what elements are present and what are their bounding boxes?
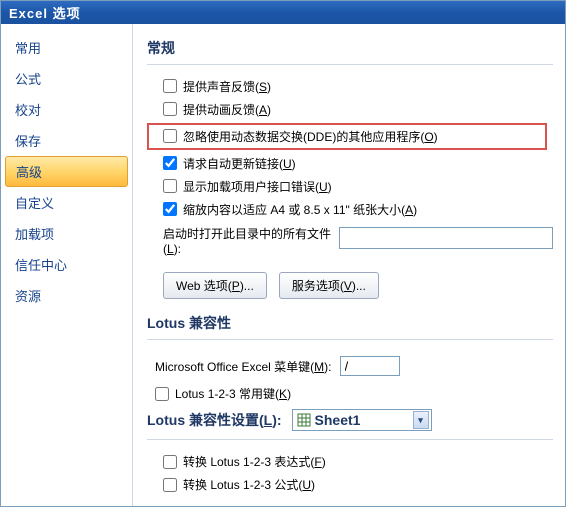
startup-dir-row: 启动时打开此目录中的所有文件 (L): <box>147 221 553 264</box>
option-scale-a4[interactable]: 缩放内容以适应 A4 或 8.5 x 11" 纸张大小(A) <box>147 198 553 221</box>
checkbox-anim-feedback[interactable] <box>163 102 177 116</box>
label-auto-links: 请求自动更新链接(U) <box>183 155 296 172</box>
label-addin-errors: 显示加载项用户接口错误(U) <box>183 178 332 195</box>
option-convert-formula[interactable]: 转换 Lotus 1-2-3 公式(U) <box>147 473 553 496</box>
label-sound-feedback: 提供声音反馈(S) <box>183 78 271 95</box>
checkbox-addin-errors[interactable] <box>163 179 177 193</box>
menu-key-row: Microsoft Office Excel 菜单键(M): <box>147 350 553 382</box>
label-convert-expr: 转换 Lotus 1-2-3 表达式(F) <box>183 453 326 470</box>
option-sound-feedback[interactable]: 提供声音反馈(S) <box>147 75 553 98</box>
section-title-lotus-compat: Lotus 兼容性 <box>147 309 553 340</box>
label-lotus-keys: Lotus 1-2-3 常用键(K) <box>175 385 291 402</box>
sheet-name: Sheet1 <box>315 412 361 428</box>
web-options-button[interactable]: Web 选项(P)... <box>163 272 267 299</box>
titlebar: Excel 选项 <box>1 1 565 24</box>
service-options-button[interactable]: 服务选项(V)... <box>279 272 379 299</box>
options-window: Excel 选项 常用 公式 校对 保存 高级 自定义 加载项 信任中心 资源 … <box>0 0 566 507</box>
sidebar-item-addins[interactable]: 加载项 <box>1 218 132 249</box>
sidebar-item-formula[interactable]: 公式 <box>1 63 132 94</box>
sidebar-item-common[interactable]: 常用 <box>1 32 132 63</box>
label-scale-a4: 缩放内容以适应 A4 或 8.5 x 11" 纸张大小(A) <box>183 201 417 218</box>
chevron-down-icon[interactable]: ▾ <box>413 411 429 429</box>
sheet-icon <box>297 413 311 427</box>
label-anim-feedback: 提供动画反馈(A) <box>183 101 271 118</box>
sidebar-item-save[interactable]: 保存 <box>1 125 132 156</box>
label-ignore-dde: 忽略使用动态数据交换(DDE)的其他应用程序(O) <box>183 128 438 145</box>
section-title-lotus-settings: Lotus 兼容性设置(L): Sheet1 ▾ <box>147 405 553 440</box>
option-convert-expr[interactable]: 转换 Lotus 1-2-3 表达式(F) <box>147 450 553 473</box>
option-addin-errors[interactable]: 显示加载项用户接口错误(U) <box>147 175 553 198</box>
sidebar-item-proofing[interactable]: 校对 <box>1 94 132 125</box>
option-auto-links[interactable]: 请求自动更新链接(U) <box>147 152 553 175</box>
checkbox-scale-a4[interactable] <box>163 202 177 216</box>
section-title-general: 常规 <box>147 34 553 65</box>
sidebar: 常用 公式 校对 保存 高级 自定义 加载项 信任中心 资源 <box>1 24 133 506</box>
option-lotus-keys[interactable]: Lotus 1-2-3 常用键(K) <box>147 382 553 405</box>
window-title: Excel 选项 <box>9 3 81 22</box>
sheet-select[interactable]: Sheet1 ▾ <box>292 409 432 431</box>
checkbox-lotus-keys[interactable] <box>155 387 169 401</box>
checkbox-ignore-dde[interactable] <box>163 129 177 143</box>
option-ignore-dde[interactable]: 忽略使用动态数据交换(DDE)的其他应用程序(O) <box>147 123 547 150</box>
button-row: Web 选项(P)... 服务选项(V)... <box>147 264 553 309</box>
checkbox-auto-links[interactable] <box>163 156 177 170</box>
checkbox-sound-feedback[interactable] <box>163 79 177 93</box>
checkbox-convert-expr[interactable] <box>163 455 177 469</box>
input-menu-key[interactable] <box>340 356 400 376</box>
option-anim-feedback[interactable]: 提供动画反馈(A) <box>147 98 553 121</box>
sidebar-item-trust[interactable]: 信任中心 <box>1 249 132 280</box>
label-startup-dir: 启动时打开此目录中的所有文件 (L): <box>163 227 333 258</box>
main-panel: 常规 提供声音反馈(S) 提供动画反馈(A) 忽略使用动态数据交换(DDE)的其… <box>133 24 565 506</box>
label-menu-key: Microsoft Office Excel 菜单键(M): <box>155 358 332 375</box>
sidebar-item-advanced[interactable]: 高级 <box>5 156 128 187</box>
sidebar-item-customize[interactable]: 自定义 <box>1 187 132 218</box>
sidebar-item-resources[interactable]: 资源 <box>1 280 132 311</box>
body: 常用 公式 校对 保存 高级 自定义 加载项 信任中心 资源 常规 提供声音反馈… <box>1 24 565 506</box>
checkbox-convert-formula[interactable] <box>163 478 177 492</box>
input-startup-dir[interactable] <box>339 227 553 249</box>
label-convert-formula: 转换 Lotus 1-2-3 公式(U) <box>183 476 315 493</box>
label-lotus-settings: Lotus 兼容性设置(L): <box>147 410 282 430</box>
